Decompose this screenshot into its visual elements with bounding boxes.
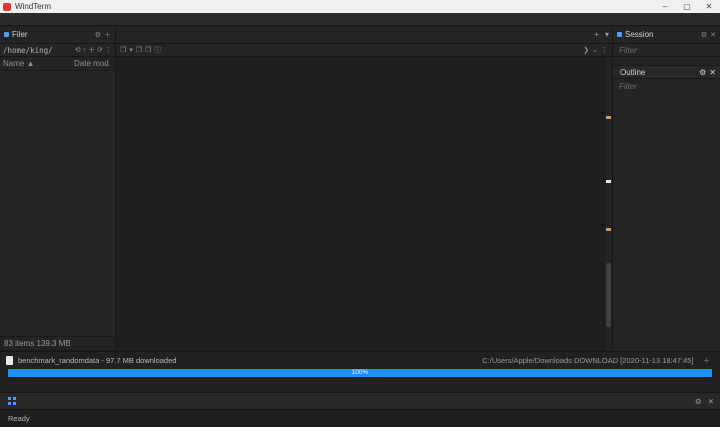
- file-list: [0, 71, 115, 336]
- filer-path[interactable]: /home/king/: [3, 46, 73, 55]
- tool-row: /home/king/ ⟲ ↑ ＋ ⟳ ⋮ ❐ ▾ ❐ ❐ ⓘ ❯ ⌄ ⋮ Fi…: [0, 44, 720, 57]
- minimize-button[interactable]: –: [654, 2, 676, 11]
- outline-close-icon[interactable]: ✕: [709, 68, 716, 77]
- new-pane-icon[interactable]: ❐: [120, 46, 126, 54]
- refresh-icon[interactable]: ⟳: [97, 46, 103, 54]
- title-bar: WindTerm – ▢ ✕: [0, 0, 720, 13]
- transfer-expand-icon[interactable]: ＋: [699, 355, 715, 366]
- split-horizontal-icon[interactable]: ❐: [136, 46, 142, 54]
- tab-row: Filer ⚙ ＋ + ▾ Session ⚙ ✕: [0, 26, 720, 44]
- session-panel-icon: [617, 32, 622, 37]
- filer-status: 83 items 139.3 MB: [0, 336, 115, 350]
- outline-panel-header: Outline ⚙ ✕: [613, 65, 720, 79]
- right-sidebar: Outline ⚙ ✕ Filter: [612, 57, 720, 351]
- outline-settings-icon[interactable]: ⚙: [699, 68, 706, 77]
- up-dir-icon[interactable]: ↑: [83, 47, 87, 54]
- column-header-date[interactable]: Date mod: [74, 59, 112, 68]
- sort-asc-icon: ▲: [26, 59, 35, 68]
- transfer-panel: benchmark_randomdata - 97.7 MB downloade…: [0, 351, 720, 392]
- scrollbar-thumb[interactable]: [606, 262, 611, 328]
- session-panel-title: Session: [625, 30, 654, 39]
- session-panel-header: Session ⚙ ✕: [612, 26, 720, 43]
- transfer-progress-bar: 100%: [8, 369, 712, 377]
- column-header-name[interactable]: Name ▲: [3, 59, 74, 68]
- session-settings-icon[interactable]: ⚙: [701, 31, 707, 39]
- new-tab-button[interactable]: +: [591, 30, 602, 39]
- grid-icon[interactable]: [8, 397, 16, 405]
- main-area: Name ▲ Date mod 83 items 139.3 MB Outlin…: [0, 57, 720, 351]
- pane-dropdown-icon[interactable]: ▾: [129, 46, 133, 54]
- more-icon[interactable]: ⋮: [105, 46, 112, 54]
- scroll-mark: [606, 227, 611, 231]
- windterm-logo-icon: [3, 2, 11, 11]
- transfer-progress-label: 100%: [351, 369, 369, 376]
- transfer-destination: C:/Users/Apple/Downloads DOWNLOAD [2020-…: [482, 356, 694, 365]
- new-folder-icon[interactable]: ＋: [88, 45, 95, 55]
- filer-column-headers: Name ▲ Date mod: [0, 57, 115, 71]
- info-icon[interactable]: ⓘ: [154, 45, 161, 55]
- chevron-down-icon[interactable]: ⌄: [592, 46, 598, 54]
- scroll-mark: [606, 180, 611, 184]
- split-vertical-icon[interactable]: ❐: [145, 46, 151, 54]
- terminal-toolbar: ❐ ▾ ❐ ❐ ⓘ ❯ ⌄ ⋮: [116, 44, 612, 56]
- terminal-more-icon[interactable]: ⋮: [601, 46, 608, 54]
- status-bar: Ready: [0, 409, 720, 427]
- chevron-right-icon[interactable]: ❯: [583, 46, 589, 54]
- tab-overflow-icon[interactable]: ▾: [602, 30, 612, 39]
- filer-panel-icon: [4, 32, 9, 37]
- quick-command-toolbar: ⚙ ✕: [0, 392, 720, 409]
- filer-add-icon[interactable]: ＋: [104, 30, 111, 40]
- toolbar-settings-icon[interactable]: ⚙: [695, 397, 702, 406]
- session-filter-input[interactable]: Filter: [612, 44, 720, 56]
- filer-panel-header: Filer ⚙ ＋: [0, 26, 116, 43]
- filer-panel-title: Filer: [12, 30, 28, 39]
- terminal-scrollbar[interactable]: [605, 57, 612, 351]
- terminal[interactable]: [116, 57, 612, 351]
- menubar: [0, 13, 720, 26]
- windterm-window: WindTerm – ▢ ✕ Filer ⚙ ＋ + ▾ Session ⚙ ✕…: [0, 0, 720, 427]
- filer-settings-icon[interactable]: ⚙: [95, 31, 101, 39]
- session-close-icon[interactable]: ✕: [710, 31, 716, 39]
- transfer-file-name: benchmark_randomdata - 97.7 MB downloade…: [18, 356, 177, 365]
- window-title: WindTerm: [15, 2, 52, 11]
- filer-toolbar: /home/king/ ⟲ ↑ ＋ ⟳ ⋮: [0, 44, 116, 56]
- history-icon[interactable]: ⟲: [75, 46, 81, 54]
- maximize-button[interactable]: ▢: [676, 2, 698, 11]
- toolbar-close-icon[interactable]: ✕: [708, 397, 714, 406]
- scroll-mark: [606, 115, 611, 119]
- transfer-file-icon: [6, 356, 13, 365]
- status-ready: Ready: [8, 414, 30, 423]
- outline-panel-title: Outline: [620, 67, 646, 77]
- close-button[interactable]: ✕: [698, 2, 720, 11]
- outline-filter-input[interactable]: Filter: [613, 79, 720, 94]
- tab-bar: [116, 26, 591, 43]
- session-tree: [613, 57, 720, 59]
- filer-panel: Name ▲ Date mod 83 items 139.3 MB: [0, 57, 116, 351]
